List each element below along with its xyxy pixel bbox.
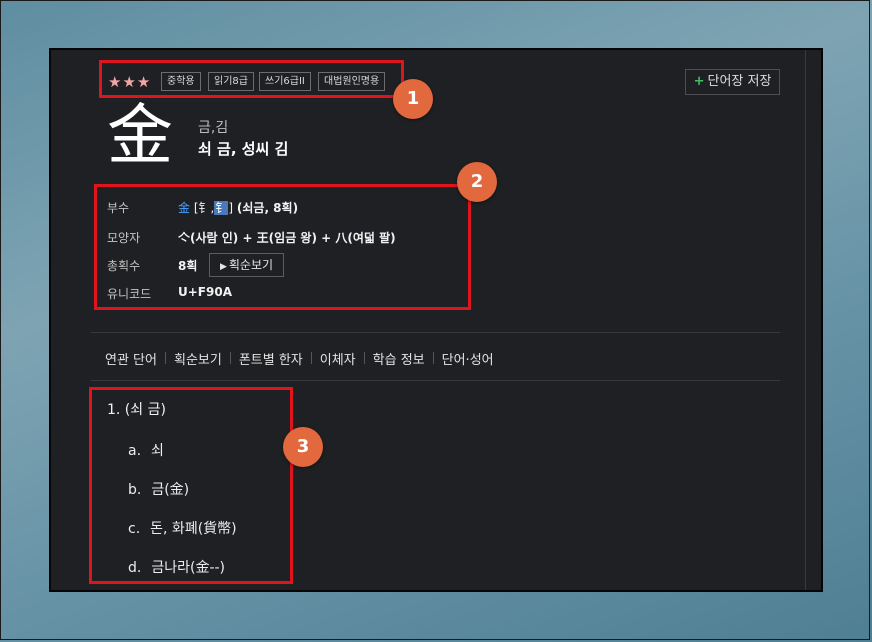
tab-words-idioms[interactable]: 단어·성어 [442, 349, 494, 368]
detail-tabs: 연관 단어 획순보기 폰트별 한자 이체자 학습 정보 단어·성어 [105, 349, 494, 368]
annotation-badge-2: 2 [457, 162, 497, 202]
section-divider-top [91, 332, 780, 333]
tab-separator [310, 352, 312, 364]
annotation-badge-3: 3 [283, 427, 323, 467]
main-hanja-character: 金 [107, 97, 173, 174]
tab-separator [229, 352, 231, 364]
hanja-meaning: 쇠 금, 성씨 김 [198, 140, 289, 158]
tab-related-words[interactable]: 연관 단어 [105, 349, 157, 368]
highlight-box-3 [89, 387, 293, 584]
section-divider-bottom [91, 380, 780, 381]
tab-separator [164, 352, 166, 364]
tab-separator [363, 352, 365, 364]
tab-stroke-order[interactable]: 획순보기 [174, 349, 222, 368]
highlight-box-2 [94, 184, 471, 310]
save-to-wordbook-button[interactable]: + 단어장 저장 [685, 69, 780, 95]
annotation-badge-1: 1 [393, 79, 433, 119]
hanja-reading: 금,김 [198, 120, 229, 136]
tab-variants[interactable]: 이체자 [320, 349, 356, 368]
plus-icon: + [693, 74, 705, 89]
panel-scrollbar-track [805, 50, 806, 590]
tab-separator [432, 352, 434, 364]
tab-study-info[interactable]: 학습 정보 [373, 349, 425, 368]
highlight-box-1 [99, 60, 404, 98]
tab-fonts[interactable]: 폰트별 한자 [239, 349, 303, 368]
save-button-label: 단어장 저장 [707, 74, 772, 89]
